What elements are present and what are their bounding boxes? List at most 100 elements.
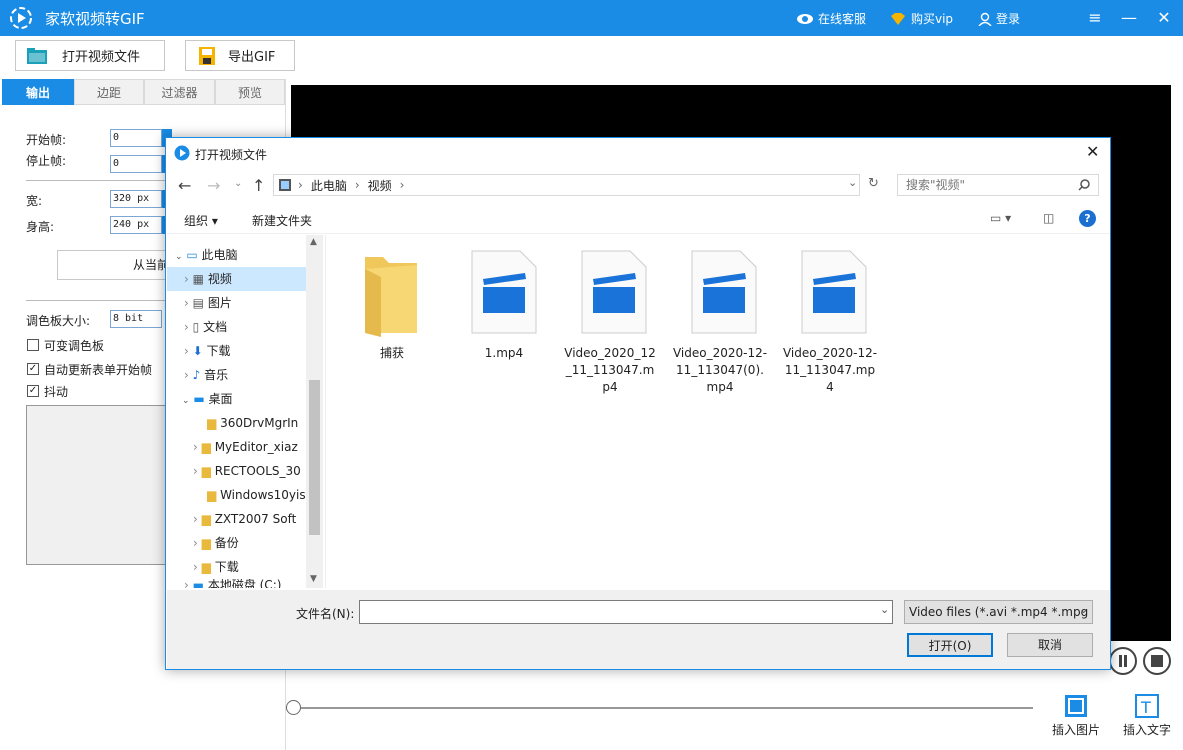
online-service-link[interactable]: 在线客服 bbox=[796, 10, 866, 27]
nav-item-folder[interactable]: › ▆ ZXT2007 Soft bbox=[167, 507, 307, 531]
start-frame-input[interactable]: 0 bbox=[110, 129, 162, 147]
nav-item-folder[interactable]: ▆ 360DrvMgrIn bbox=[167, 411, 307, 435]
nav-item-folder[interactable]: › ▆ RECTOOLS_30 bbox=[167, 459, 307, 483]
nav-item-this-pc[interactable]: ⌄ ▭ 此电脑 bbox=[167, 243, 307, 267]
dialog-title-bar: 打开视频文件 ✕ bbox=[166, 138, 1110, 168]
file-item-video[interactable]: Video_2020_12_11_113047.mp4 bbox=[562, 345, 658, 396]
insert-text-icon: T bbox=[1135, 694, 1159, 718]
open-video-button[interactable]: 打开视频文件 bbox=[15, 40, 165, 71]
online-service-label: 在线客服 bbox=[818, 12, 867, 26]
insert-text-button[interactable]: T 插入文字 bbox=[1117, 694, 1177, 744]
width-input[interactable]: 320 px bbox=[110, 190, 162, 208]
app-title: 家软视频转GIF bbox=[45, 10, 145, 28]
nav-item-folder[interactable]: › ▆ MyEditor_xiaz bbox=[167, 435, 307, 459]
refresh-icon[interactable]: ↻ bbox=[868, 176, 879, 191]
address-bar[interactable]: › 此电脑 › 视频 › bbox=[273, 174, 860, 196]
up-arrow-icon[interactable]: ↑ bbox=[252, 176, 265, 195]
nav-label: 下载 bbox=[206, 344, 231, 358]
insert-image-button[interactable]: 插入图片 bbox=[1046, 694, 1106, 744]
auto-update-checkbox[interactable]: ✓ bbox=[27, 363, 39, 375]
preview-pane-icon[interactable]: ◫ bbox=[1043, 211, 1054, 225]
file-type-select[interactable]: Video files (*.avi *.mp4 *.mpg bbox=[904, 600, 1093, 624]
help-icon[interactable]: ? bbox=[1079, 210, 1096, 227]
insert-image-label: 插入图片 bbox=[1051, 723, 1100, 737]
nav-label: 视频 bbox=[207, 272, 232, 286]
nav-item-drive-c[interactable]: › ▬ 本地磁盘 (C:) bbox=[167, 579, 307, 588]
tab-margin[interactable]: 边距 bbox=[74, 79, 144, 105]
buy-vip-link[interactable]: 购买vip bbox=[889, 10, 953, 27]
nav-item-pictures[interactable]: › ▤ 图片 bbox=[167, 291, 307, 315]
stop-icon bbox=[1151, 655, 1163, 667]
stop-button[interactable] bbox=[1143, 647, 1171, 675]
open-video-label: 打开视频文件 bbox=[62, 50, 141, 65]
export-gif-button[interactable]: 导出GIF bbox=[185, 40, 295, 71]
minimize-icon[interactable]: — bbox=[1117, 6, 1141, 30]
breadcrumb-this-pc[interactable]: 此电脑 bbox=[311, 177, 347, 194]
scroll-up-icon[interactable]: ▲ bbox=[310, 237, 317, 247]
timeline-handle[interactable] bbox=[286, 700, 301, 715]
breadcrumb-videos[interactable]: 视频 bbox=[368, 177, 392, 194]
login-link[interactable]: 登录 bbox=[978, 10, 1020, 27]
nav-item-folder[interactable]: › ▆ 备份 bbox=[167, 531, 307, 555]
view-options-icon[interactable]: ▭ ▾ bbox=[990, 211, 1011, 225]
app-logo-icon bbox=[10, 7, 32, 29]
insert-image-icon bbox=[1065, 695, 1087, 717]
file-type-dropdown-icon[interactable]: ⌄ bbox=[1079, 603, 1088, 616]
nav-item-folder[interactable]: › ▆ 下载 bbox=[167, 555, 307, 579]
file-item-capture[interactable]: 捕获 bbox=[342, 345, 442, 362]
nav-label: RECTOOLS_30 bbox=[214, 464, 301, 478]
palette-size-select[interactable]: 8 bit bbox=[110, 310, 162, 328]
folder-icon bbox=[351, 249, 431, 339]
scroll-down-icon[interactable]: ▼ bbox=[310, 574, 317, 584]
vip-diamond-icon bbox=[891, 12, 905, 25]
buy-vip-label: 购买vip bbox=[911, 12, 954, 26]
nav-item-downloads[interactable]: › ⬇ 下载 bbox=[167, 339, 307, 363]
file-item-1mp4[interactable]: 1.mp4 bbox=[454, 345, 554, 362]
filename-dropdown-icon[interactable]: ⌄ bbox=[880, 603, 889, 616]
search-input[interactable]: 搜索"视频" bbox=[897, 174, 1099, 196]
filename-input[interactable] bbox=[359, 600, 893, 624]
nav-label: 本地磁盘 (C:) bbox=[207, 579, 282, 588]
breadcrumb-separator: › bbox=[399, 178, 405, 192]
save-icon bbox=[199, 46, 215, 65]
nav-item-folder[interactable]: ▆ Windows10yis bbox=[167, 483, 307, 507]
nav-item-desktop[interactable]: ⌄ ▬ 桌面 bbox=[167, 387, 307, 411]
back-arrow-icon[interactable]: ← bbox=[178, 176, 191, 195]
cancel-button[interactable]: 取消 bbox=[1007, 633, 1093, 657]
scroll-thumb[interactable] bbox=[309, 380, 320, 535]
tab-preview[interactable]: 预览 bbox=[215, 79, 285, 105]
app-logo-icon bbox=[174, 145, 190, 161]
recent-dropdown-icon[interactable]: ⌄ bbox=[234, 178, 242, 189]
height-input[interactable]: 240 px bbox=[110, 216, 162, 234]
address-dropdown-icon[interactable]: ⌄ bbox=[848, 176, 857, 189]
open-button[interactable]: 打开(O) bbox=[907, 633, 993, 657]
nav-label: 备份 bbox=[214, 536, 239, 550]
pause-button[interactable] bbox=[1109, 647, 1137, 675]
menu-icon[interactable]: ≡ bbox=[1083, 6, 1107, 30]
start-frame-label: 开始帧: bbox=[26, 133, 67, 147]
nav-label: 此电脑 bbox=[201, 248, 238, 262]
folder-icon bbox=[27, 47, 47, 64]
forward-arrow-icon[interactable]: → bbox=[207, 176, 220, 195]
nav-scrollbar[interactable]: ▲ ▼ bbox=[306, 235, 323, 588]
variable-palette-checkbox[interactable] bbox=[27, 339, 39, 351]
dither-checkbox[interactable]: ✓ bbox=[27, 385, 39, 397]
stop-frame-input[interactable]: 0 bbox=[110, 155, 162, 173]
search-icon bbox=[1078, 179, 1090, 191]
tab-filter[interactable]: 过滤器 bbox=[144, 79, 215, 105]
tab-output[interactable]: 输出 bbox=[2, 79, 74, 105]
file-item-video[interactable]: Video_2020-12-11_113047(0).mp4 bbox=[672, 345, 768, 396]
nav-item-documents[interactable]: › ▯ 文档 bbox=[167, 315, 307, 339]
dialog-close-icon[interactable]: ✕ bbox=[1086, 142, 1099, 161]
timeline-track[interactable] bbox=[300, 707, 1033, 709]
organize-menu[interactable]: 组织 ▾ bbox=[184, 212, 218, 229]
nav-label: 桌面 bbox=[208, 392, 233, 406]
dither-label: 抖动 bbox=[44, 385, 69, 399]
close-icon[interactable]: ✕ bbox=[1152, 6, 1176, 30]
nav-item-videos[interactable]: › ▦ 视频 bbox=[167, 267, 307, 291]
file-item-video[interactable]: Video_2020-12-11_113047.mp4 bbox=[782, 345, 878, 396]
new-folder-button[interactable]: 新建文件夹 bbox=[252, 212, 312, 229]
nav-label: 360DrvMgrIn bbox=[220, 416, 299, 430]
breadcrumb-separator: › bbox=[298, 178, 303, 192]
nav-item-music[interactable]: › ♪ 音乐 bbox=[167, 363, 307, 387]
